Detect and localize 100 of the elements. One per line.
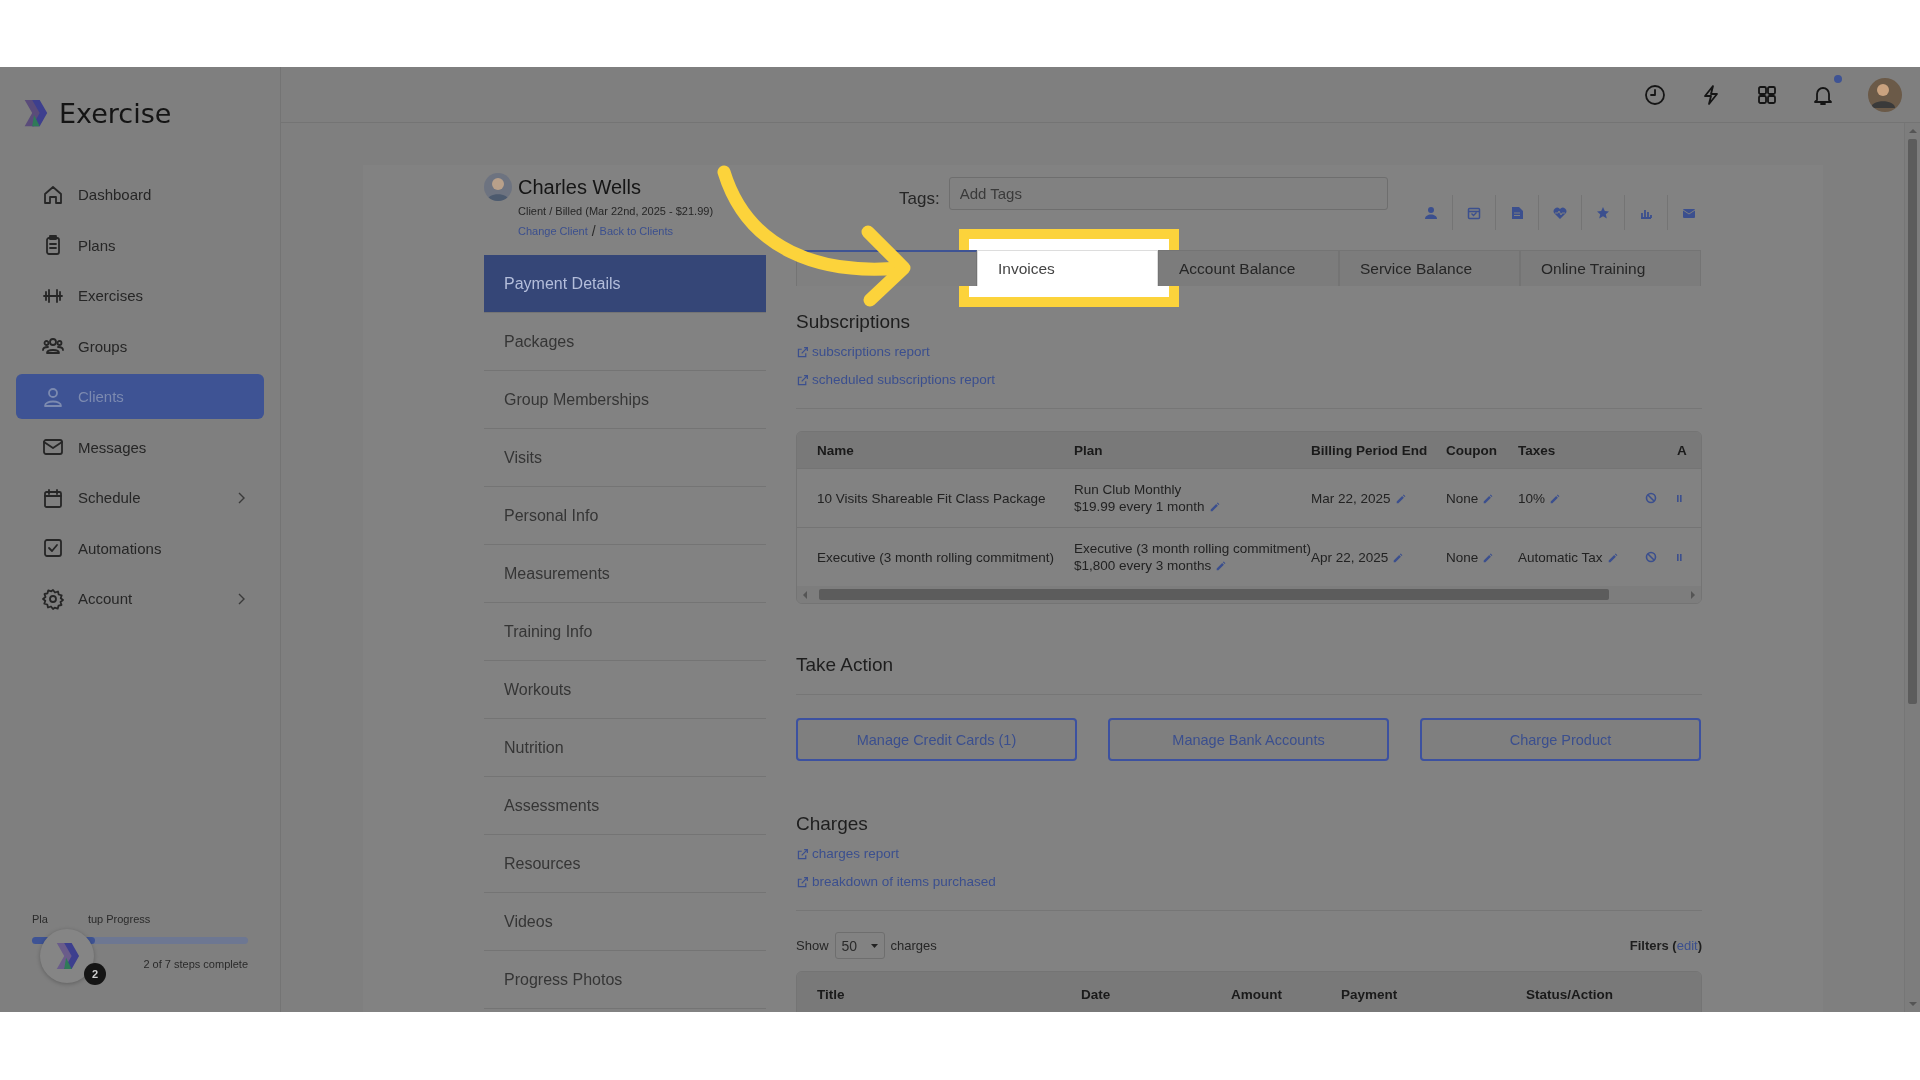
nav-item[interactable]: Groups <box>16 323 264 369</box>
clock-icon[interactable] <box>1644 83 1666 106</box>
calendar-icon <box>42 486 64 509</box>
column-header: Title <box>816 987 846 1002</box>
home-icon <box>42 183 64 206</box>
tags-field[interactable]: Add Tags <box>948 177 1388 210</box>
launcher-button[interactable] <box>40 929 94 983</box>
avatar[interactable] <box>1868 77 1902 112</box>
edit-link[interactable]: edit <box>1676 938 1698 953</box>
nav-item[interactable]: Clients <box>16 374 264 419</box>
menu-item[interactable]: Personal Info <box>484 487 766 545</box>
section-title: Charges <box>796 813 869 835</box>
table-cell: Mar 22, 2025 <box>1311 490 1391 506</box>
menu-item[interactable]: Nutrition <box>484 719 766 777</box>
pencil-icon <box>1392 551 1404 563</box>
nav-item[interactable]: Plans <box>16 222 264 268</box>
table-cell-text: 10 Visits Shareable Fit Class Package <box>816 490 1047 506</box>
count-badge: 2 <box>84 963 106 985</box>
nav-item[interactable]: Messages <box>16 424 264 470</box>
tags-label: Tags: <box>899 189 940 209</box>
scroll-left-icon <box>801 589 809 600</box>
report-link[interactable]: subscriptions report <box>796 344 1702 360</box>
scroll-down-icon <box>1907 1000 1918 1008</box>
star-icon[interactable] <box>1595 205 1610 220</box>
menu-item[interactable]: Training Info <box>484 603 766 661</box>
action-button[interactable]: Manage Credit Cards (1) <box>796 718 1077 761</box>
table-cell: $19.99 every 1 month <box>1074 499 1205 514</box>
report-link[interactable]: charges report <box>796 846 1702 862</box>
external-link-icon <box>796 875 809 889</box>
client-summary: Client / Billed (Mar 22nd, 2025 - $21.99) <box>518 205 715 217</box>
table-cell: Automatic Tax <box>1518 549 1603 565</box>
scrollbar[interactable] <box>1904 123 1920 1012</box>
section-title: Take Action <box>796 654 895 676</box>
action-button[interactable]: Manage Bank Accounts <box>1108 718 1389 761</box>
pencil-icon <box>1606 551 1618 563</box>
menu-item[interactable]: Progress Photos <box>484 951 766 1009</box>
show-label: Show <box>796 938 829 953</box>
user-icon <box>42 385 64 408</box>
grid-icon[interactable] <box>1756 83 1778 106</box>
table-cell: Apr 22, 2025 <box>1311 549 1389 565</box>
report-link[interactable]: breakdown of items purchased <box>796 874 1702 890</box>
menu-item[interactable]: Packages <box>484 313 766 371</box>
heart-pulse-icon[interactable] <box>1552 205 1567 220</box>
external-link-icon <box>796 373 809 387</box>
menu-item[interactable]: Assessments <box>484 777 766 835</box>
pause-icon <box>1677 493 1682 503</box>
nav-item[interactable]: Automations <box>16 525 264 571</box>
link[interactable]: Change Client <box>518 225 588 237</box>
menu-item[interactable]: Workouts <box>484 661 766 719</box>
menu-item[interactable]: Group Memberships <box>484 371 766 429</box>
report-link[interactable]: scheduled subscriptions report <box>796 372 1702 388</box>
tab[interactable]: Invoices <box>977 250 1158 286</box>
separator: / <box>591 223 596 239</box>
nav-item[interactable]: Dashboard <box>16 172 264 217</box>
calendar-check-icon[interactable] <box>1466 205 1481 220</box>
external-link-icon <box>796 847 809 861</box>
column-header: Coupon <box>1446 442 1498 458</box>
tab[interactable]: Account Balance <box>1158 250 1339 286</box>
pencil-icon <box>1549 492 1561 504</box>
document-icon[interactable] <box>1509 205 1524 220</box>
app-name: Exercise <box>59 97 172 129</box>
menu-item[interactable]: Videos <box>484 893 766 951</box>
scroll-right-icon <box>1689 589 1697 600</box>
tab[interactable]: Online Training <box>1520 250 1701 286</box>
progress-label: Pla <box>32 913 48 925</box>
pencil-icon <box>1208 501 1220 512</box>
settings-icon <box>42 587 64 610</box>
action-button[interactable]: Charge Product <box>1420 718 1701 761</box>
column-header: Payment <box>1341 987 1399 1002</box>
nav-item[interactable]: Exercises <box>16 273 264 318</box>
progress-status: 2 of 7 steps complete <box>142 958 248 970</box>
pencil-icon <box>1215 560 1227 571</box>
menu-item[interactable]: Resources <box>484 835 766 893</box>
column-header: Name <box>816 442 855 458</box>
filters-label: Filters (edit) <box>1629 938 1702 953</box>
menu-item[interactable]: Payment Details <box>484 255 766 313</box>
caret-icon <box>870 943 878 948</box>
table-cell-text: Executive (3 month rolling commitment) <box>816 549 1054 565</box>
pencil-icon <box>1482 492 1494 504</box>
client-avatar <box>484 173 512 201</box>
column-header: Amount <box>1231 987 1283 1002</box>
nav-item[interactable]: Account <box>16 576 264 621</box>
column-header: Billing Period End <box>1311 442 1429 458</box>
person-icon[interactable] <box>1423 205 1438 220</box>
tab[interactable]: Service Balance <box>1339 250 1520 286</box>
table-cell: $1,800 every 3 months <box>1074 558 1212 573</box>
section-title: Subscriptions <box>796 311 912 333</box>
checkbox-icon <box>42 537 64 559</box>
client-name: Charles Wells <box>518 175 641 199</box>
link[interactable]: Back to Clients <box>599 225 673 237</box>
cancel-icon <box>1645 551 1657 563</box>
menu-item[interactable]: Visits <box>484 429 766 487</box>
horizontal-scrollbar[interactable] <box>797 586 1701 603</box>
pencil-icon <box>1482 551 1494 563</box>
page-size-select[interactable]: 50 <box>834 932 885 959</box>
pencil-icon <box>1394 492 1406 504</box>
column-header: Plan <box>1073 442 1104 458</box>
menu-item[interactable]: Measurements <box>484 545 766 603</box>
column-header: Taxes <box>1518 442 1557 458</box>
nav-item[interactable]: Schedule <box>16 475 264 520</box>
